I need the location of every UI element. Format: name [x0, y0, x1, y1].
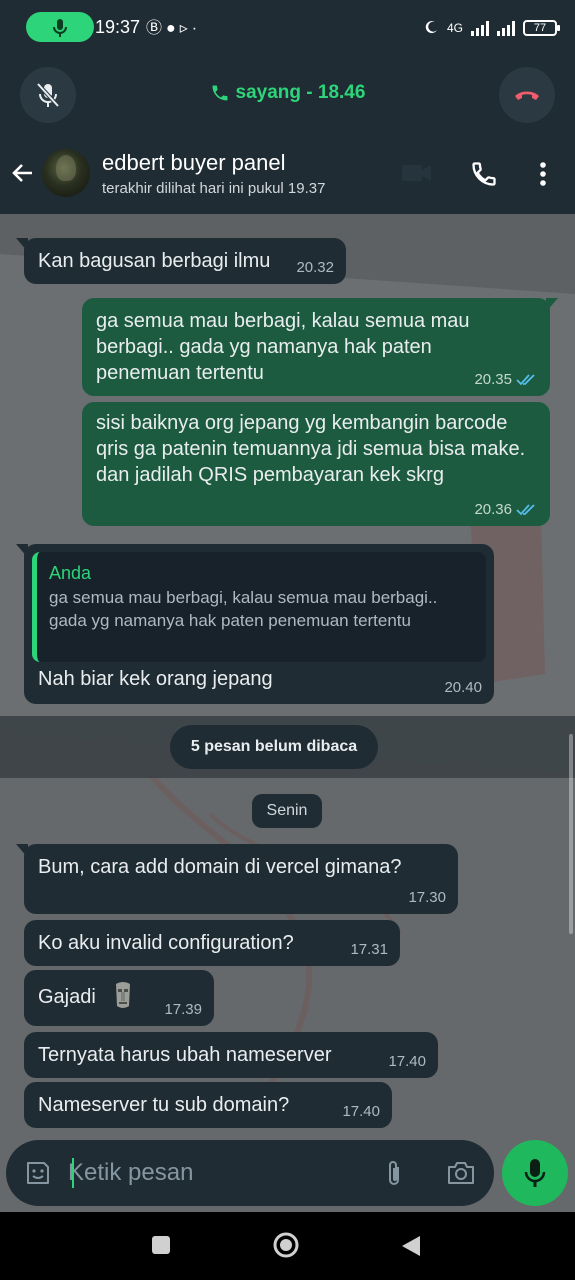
- quote-text: ga semua mau berbagi, kalau semua mau be…: [49, 588, 438, 630]
- scrollbar[interactable]: [569, 734, 573, 934]
- video-call-icon[interactable]: [400, 160, 434, 186]
- call-title[interactable]: sayang - 18.46: [0, 82, 575, 104]
- chat-area[interactable]: Kan bagusan berbagi ilmu 20.32 ga semua …: [0, 214, 575, 1212]
- call-title-text: sayang - 18.46: [235, 82, 366, 103]
- quote-author: Anda: [49, 563, 92, 583]
- message-meta: 17.40: [342, 1104, 380, 1120]
- message-text: Gajadi: [38, 986, 96, 1008]
- play-icon: ▹: [179, 20, 192, 37]
- bubble-tail: [16, 238, 28, 252]
- voice-call-icon[interactable]: [470, 160, 498, 188]
- message-meta: 20.35: [474, 372, 538, 388]
- contact-name[interactable]: edbert buyer panel: [102, 150, 285, 176]
- bubble-tail: [546, 298, 558, 312]
- hang-up-icon: [515, 91, 539, 100]
- network-type: 4G: [446, 21, 463, 35]
- message-incoming-reply[interactable]: Anda ga semua mau berbagi, kalau semua m…: [16, 544, 494, 704]
- end-call-button[interactable]: [499, 67, 555, 123]
- bubble-tail: [16, 844, 28, 858]
- text-cursor: [72, 1158, 74, 1188]
- b-icon: Ⓑ: [146, 20, 167, 37]
- chat-header: edbert buyer panel terakhir dilihat hari…: [0, 134, 575, 214]
- message-composer[interactable]: [6, 1140, 494, 1206]
- read-ticks-icon: [516, 374, 535, 386]
- avatar[interactable]: [42, 149, 90, 197]
- attachment-icon[interactable]: [384, 1159, 404, 1189]
- message-text: Ko aku invalid configuration?: [38, 932, 294, 954]
- circle-icon: ●: [166, 20, 180, 37]
- message-meta: 17.39: [164, 1002, 202, 1018]
- unread-divider: 5 pesan belum dibaca: [0, 716, 575, 778]
- signal-icon: [471, 20, 489, 36]
- message-meta: 17.40: [388, 1054, 426, 1070]
- voice-record-button[interactable]: [502, 1140, 568, 1206]
- message-text: Nameserver tu sub domain?: [38, 1094, 290, 1116]
- ongoing-call-bar[interactable]: sayang - 18.46: [0, 56, 575, 134]
- message-time: 20.40: [444, 679, 482, 696]
- system-indicators: 4G 77: [425, 14, 560, 42]
- back-button-icon[interactable]: [400, 1234, 422, 1258]
- message-meta: 20.40: [444, 680, 482, 696]
- notification-icons: Ⓑ●▹·: [146, 14, 201, 38]
- message-text: Kan bagusan berbagi ilmu: [38, 250, 271, 272]
- moai-emoji-icon: [116, 982, 130, 1008]
- message-incoming[interactable]: Ternyata harus ubah nameserver 17.40: [24, 1032, 438, 1078]
- message-incoming[interactable]: Kan bagusan berbagi ilmu 20.32: [16, 238, 346, 284]
- microphone-icon: [524, 1159, 546, 1187]
- message-meta: 17.31: [350, 942, 388, 958]
- signal-icon-2: [497, 20, 515, 36]
- message-meta: 17.30: [408, 890, 446, 906]
- message-outgoing[interactable]: ga semua mau berbagi, kalau semua mau be…: [82, 298, 558, 396]
- date-separator: Senin: [252, 794, 322, 828]
- active-mic-indicator[interactable]: [26, 12, 94, 42]
- message-incoming[interactable]: Gajadi 17.39: [24, 970, 214, 1026]
- message-incoming[interactable]: Ko aku invalid configuration? 17.31: [24, 920, 400, 966]
- back-arrow-icon[interactable]: [10, 160, 36, 186]
- message-text: sisi baiknya org jepang yg kembangin bar…: [96, 412, 526, 486]
- alarm-icon: [425, 21, 437, 34]
- home-button-icon[interactable]: [272, 1231, 300, 1259]
- message-time: 20.36: [474, 501, 512, 518]
- sticker-icon[interactable]: [24, 1159, 52, 1187]
- more-options-icon[interactable]: [536, 160, 550, 188]
- message-time: 17.31: [350, 941, 388, 958]
- message-incoming[interactable]: Nameserver tu sub domain? 17.40: [24, 1082, 392, 1128]
- system-navigation-bar: [0, 1212, 575, 1280]
- message-time: 17.30: [408, 889, 446, 906]
- message-text: ga semua mau berbagi, kalau semua mau be…: [96, 310, 470, 384]
- message-time: 17.40: [388, 1053, 426, 1070]
- bubble-tail: [16, 544, 28, 558]
- status-time: 19:37: [95, 17, 141, 37]
- camera-icon[interactable]: [446, 1159, 476, 1187]
- quoted-message[interactable]: Anda ga semua mau berbagi, kalau semua m…: [32, 552, 486, 662]
- message-text: Bum, cara add domain di vercel gimana?: [38, 856, 402, 878]
- message-meta: 20.36: [474, 502, 538, 518]
- message-meta: 20.32: [296, 260, 334, 276]
- message-time: 17.40: [342, 1103, 380, 1120]
- message-text: Nah biar kek orang jepang: [38, 668, 273, 690]
- phone-icon: [212, 85, 228, 101]
- message-time: 20.32: [296, 259, 334, 276]
- message-input[interactable]: [68, 1140, 368, 1206]
- microphone-icon: [53, 19, 67, 37]
- last-seen-status: terakhir dilihat hari ini pukul 19.37: [102, 180, 326, 197]
- battery-icon: 77: [523, 20, 560, 36]
- dot-icon: ·: [191, 20, 202, 37]
- message-outgoing[interactable]: sisi baiknya org jepang yg kembangin bar…: [82, 402, 550, 526]
- status-bar: 19:37 Ⓑ●▹· 4G 77: [0, 0, 575, 56]
- message-time: 17.39: [164, 1001, 202, 1018]
- unread-count-badge: 5 pesan belum dibaca: [170, 725, 378, 769]
- message-incoming[interactable]: Bum, cara add domain di vercel gimana? 1…: [16, 844, 458, 914]
- message-time: 20.35: [474, 371, 512, 388]
- read-ticks-icon: [516, 504, 535, 516]
- message-text: Ternyata harus ubah nameserver: [38, 1044, 332, 1066]
- recents-button-icon[interactable]: [150, 1234, 172, 1256]
